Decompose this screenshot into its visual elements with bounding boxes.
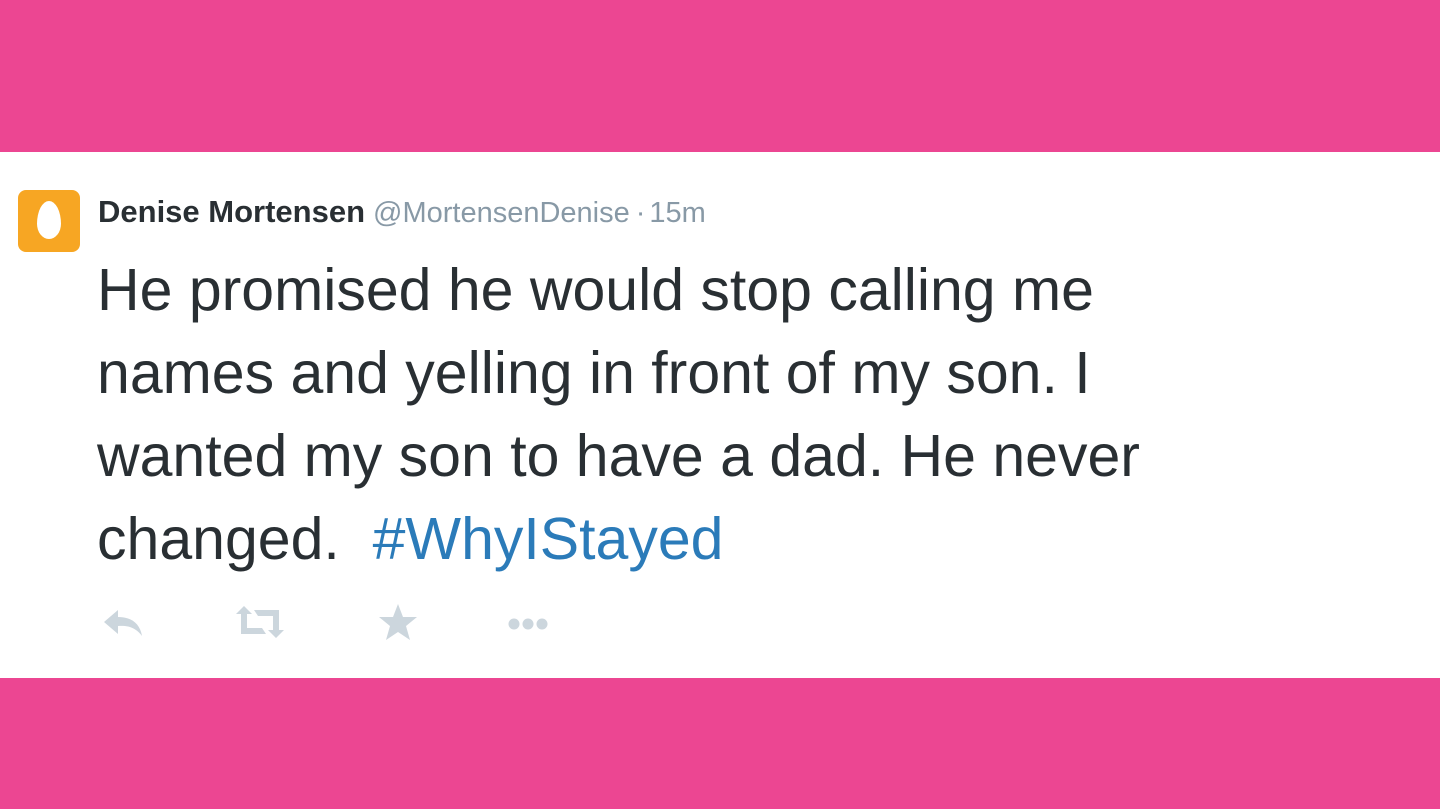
retweet-icon[interactable] [232, 602, 288, 642]
tweet-text-line: wanted my son to have a dad. He never [97, 423, 1140, 489]
tweet-text: He promised he would stop calling me nam… [97, 249, 1397, 581]
bottom-pink-band [0, 678, 1440, 809]
tweet-header: Denise Mortensen @MortensenDenise · 15m [98, 192, 706, 238]
tweet-card: Denise Mortensen @MortensenDenise · 15m He … [0, 152, 1440, 678]
top-pink-band [0, 0, 1440, 152]
tweet-text-line: names and yelling in front of my son. I [97, 340, 1091, 406]
separator-dot: · [635, 197, 646, 229]
author-name[interactable]: Denise Mortensen [98, 194, 365, 229]
reply-icon[interactable] [100, 602, 156, 642]
avatar[interactable] [18, 190, 80, 252]
tweet-text-line: changed. [97, 506, 373, 572]
more-dots-icon[interactable] [504, 602, 560, 642]
egg-avatar-icon [37, 201, 61, 239]
favorite-star-icon[interactable] [376, 602, 432, 642]
tweet-text-line: He promised he would stop calling me [97, 257, 1094, 323]
hashtag-link[interactable]: #WhyIStayed [373, 506, 724, 572]
author-handle[interactable]: @MortensenDenise [373, 197, 630, 229]
tweet-timestamp[interactable]: 15m [649, 197, 705, 229]
